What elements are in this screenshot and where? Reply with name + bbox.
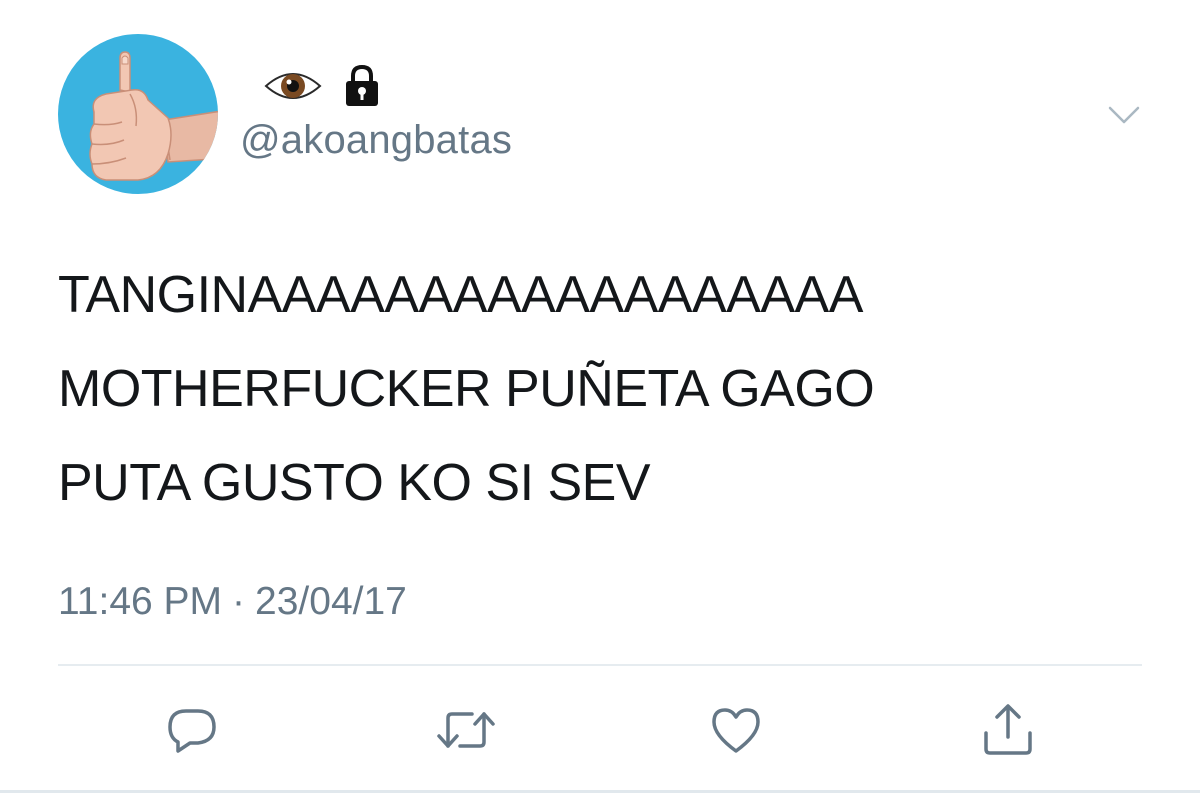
timestamp-separator: · [232, 580, 246, 623]
thumbs-up-middle-finger-icon [89, 51, 218, 181]
like-icon [712, 708, 760, 753]
tweet-timestamp[interactable]: 11:46 PM · 23/04/17 [58, 580, 407, 624]
tweet-text-line: PUTA GUSTO KO SI SEV [58, 454, 651, 512]
like-button[interactable] [704, 698, 768, 762]
user-handle[interactable]: @akoangbatas [240, 118, 512, 163]
reply-icon [168, 709, 216, 753]
tweet-text-line: MOTHERFUCKER PUÑETA GAGO [58, 360, 875, 418]
action-bar [0, 698, 1200, 762]
share-button[interactable] [976, 698, 1040, 762]
eye-icon [264, 73, 322, 99]
tweet-date: 23/04/17 [255, 580, 407, 623]
retweet-button[interactable] [434, 698, 498, 762]
avatar[interactable] [58, 34, 218, 194]
divider [58, 664, 1142, 666]
tweet-time: 11:46 PM [58, 580, 223, 623]
tweet-text-line: TANGINAAAAAAAAAAAAAAAAAA [58, 266, 863, 324]
display-name[interactable] [264, 64, 382, 108]
chevron-down-icon[interactable] [1106, 100, 1142, 128]
lock-icon [346, 64, 378, 106]
tweet-card: @akoangbatas TANGINAAAAAAAAAAAAAAAAAA MO… [0, 0, 1200, 793]
share-icon [984, 704, 1032, 755]
reply-button[interactable] [160, 698, 224, 762]
tweet-text: TANGINAAAAAAAAAAAAAAAAAA MOTHERFUCKER PU… [58, 248, 1148, 530]
retweet-icon [437, 712, 495, 748]
